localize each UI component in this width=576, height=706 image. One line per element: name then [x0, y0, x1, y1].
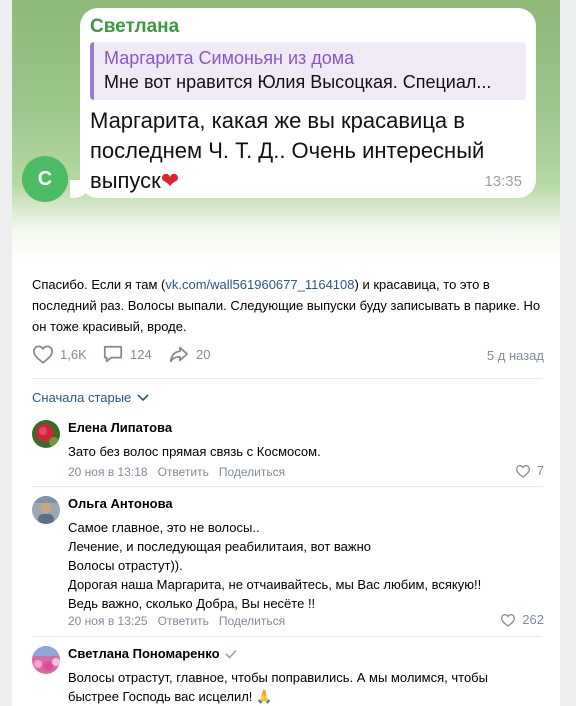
- comment-item: Ольга Антонова Самое главное, это не вол…: [32, 496, 544, 636]
- avatar[interactable]: [32, 420, 60, 448]
- comment-line: Самое главное, это не волосы..: [68, 520, 260, 535]
- message-time: 13:35: [484, 173, 522, 190]
- comment-author-name: Светлана Пономаренко: [68, 646, 220, 661]
- reply-quote: Маргарита Симоньян из дома Мне вот нрави…: [90, 42, 526, 100]
- heart-outline-icon: [515, 464, 530, 478]
- comment-item: Светлана Пономаренко Волосы отрастут, гл…: [32, 646, 544, 706]
- comment-text: Волосы отрастут, главное, чтобы поправил…: [68, 668, 538, 706]
- share-count: 20: [196, 346, 211, 362]
- comment-sort-dropdown[interactable]: Сначала старые: [32, 390, 149, 405]
- comment-like-button[interactable]: 7: [515, 463, 544, 478]
- comment-author[interactable]: Ольга Антонова: [68, 496, 173, 511]
- quote-author: Маргарита Симоньян из дома: [104, 48, 355, 68]
- like-count: 1,6K: [60, 346, 87, 362]
- heart-icon: ❤: [160, 168, 180, 193]
- comment-like-count: 7: [536, 463, 544, 478]
- avatar[interactable]: [32, 496, 60, 524]
- comment-like-button[interactable]: 262: [500, 612, 544, 627]
- comment-button[interactable]: 124: [102, 344, 152, 364]
- comment-text: Зато без волос прямая связь с Космосом.: [68, 444, 321, 459]
- message-text: Маргарита, какая же вы красавица в после…: [90, 106, 520, 196]
- praying-hands-icon: 🙏: [256, 689, 273, 704]
- comment-count: 124: [130, 346, 152, 362]
- comment-line: Лечение, и последующая реабилитаия, вот …: [68, 539, 371, 554]
- comment-author[interactable]: Елена Липатова: [68, 420, 172, 435]
- comment-date[interactable]: 20 ноя в 13:25: [68, 614, 148, 628]
- comment-meta: 20 ноя в 13:25 Ответить Поделиться: [68, 614, 285, 628]
- comment-line: Ведь важно, сколько Добра, Вы несёте !!: [68, 596, 316, 611]
- comment-icon: [103, 345, 123, 363]
- post-text: Спасибо. Если я там (vk.com/wall56196067…: [32, 274, 542, 337]
- message-body: Маргарита, какая же вы красавица в после…: [90, 108, 485, 193]
- divider: [32, 636, 542, 637]
- comment-meta: 20 ноя в 13:18 Ответить Поделиться: [68, 465, 285, 479]
- avatar[interactable]: [32, 646, 60, 674]
- quote-text: Мне вот нравится Юлия Высоцкая. Специал.…: [104, 72, 492, 92]
- post-attached-image[interactable]: Светлана Маргарита Симоньян из дома Мне …: [12, 0, 560, 262]
- comment-line: Волосы отрастут)).: [68, 558, 183, 573]
- message-bubble: Светлана Маргарита Симоньян из дома Мне …: [70, 8, 536, 198]
- reply-button[interactable]: Ответить: [158, 465, 209, 479]
- share-comment-button[interactable]: Поделиться: [219, 614, 285, 628]
- divider: [32, 378, 542, 379]
- share-button[interactable]: 20: [168, 344, 210, 364]
- comment-like-count: 262: [522, 612, 544, 627]
- reply-button[interactable]: Ответить: [158, 614, 209, 628]
- chevron-down-icon: [137, 393, 149, 401]
- comment-author[interactable]: Светлана Пономаренко: [68, 646, 237, 661]
- sender-avatar: С: [22, 156, 68, 202]
- share-comment-button[interactable]: Поделиться: [219, 465, 285, 479]
- divider: [32, 486, 542, 487]
- sort-label: Сначала старые: [32, 390, 132, 405]
- comment-text: Самое главное, это не волосы.. Лечение, …: [68, 518, 538, 613]
- like-button[interactable]: 1,6K: [32, 344, 87, 364]
- comment-body: Волосы отрастут, главное, чтобы поправил…: [68, 670, 488, 704]
- post-date[interactable]: 5 д назад: [487, 348, 544, 363]
- heart-outline-icon: [501, 613, 516, 627]
- message-sender: Светлана: [90, 16, 180, 37]
- comment-date[interactable]: 20 ноя в 13:18: [68, 465, 148, 479]
- comment-line: Дорогая наша Маргарита, не отчаивайтесь,…: [68, 577, 482, 592]
- post-card: Спасибо. Если я там (vk.com/wall56196067…: [12, 262, 560, 706]
- post-link[interactable]: vk.com/wall561960677_1164108: [165, 277, 354, 292]
- comment-item: Елена Липатова Зато без волос прямая свя…: [32, 420, 544, 480]
- post-actions: 1,6K 124 20 5 д назад: [32, 344, 544, 366]
- post-text-part: Спасибо. Если я там (: [32, 277, 166, 292]
- heart-outline-icon: [32, 345, 54, 364]
- share-icon: [169, 346, 189, 363]
- check-icon: [224, 649, 237, 659]
